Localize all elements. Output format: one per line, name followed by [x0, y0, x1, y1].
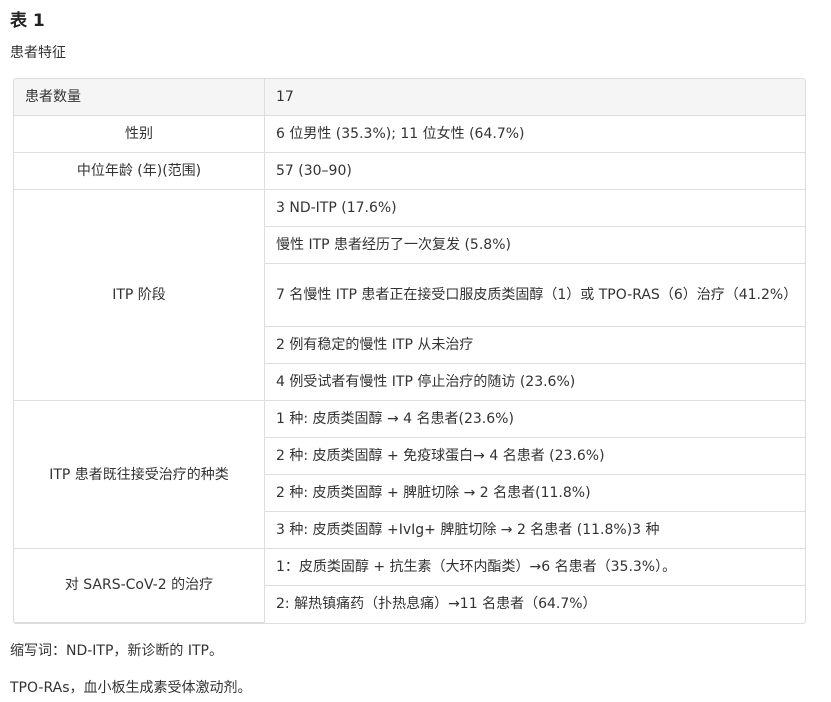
value-median-age: 57 (30–90) [264, 152, 805, 190]
footnote-abbreviations: 缩写词：ND-ITP，新诊断的 ITP。 [10, 643, 224, 659]
table-row-covid-treatment: 对 SARS-CoV-2 的治疗 1：皮质类固醇 + 抗生素（大环内酯类）→6 … [14, 548, 805, 623]
value-prior-treatment: 2 种: 皮质类固醇 + 脾脏切除 → 2 名患者(11.8%) [264, 474, 805, 512]
value-patient-count: 17 [264, 79, 805, 116]
label-prior-treatment: ITP 患者既往接受治疗的种类 [14, 400, 265, 549]
table-row-age: 中位年龄 (年)(范围) 57 (30–90) [14, 152, 805, 190]
patient-characteristics-table: 患者数量 17 性别 6 位男性 (35.3%); 11 位女性 (64.7%)… [13, 78, 806, 624]
value-itp-stage: 7 名慢性 ITP 患者正在接受口服皮质类固醇（1）或 TPO-RAS（6）治疗… [264, 263, 805, 327]
value-prior-treatment: 2 种: 皮质类固醇 + 免疫球蛋白→ 4 名患者 (23.6%) [264, 437, 805, 475]
table-subtitle: 患者特征 [10, 45, 66, 61]
label-patient-count: 患者数量 [14, 79, 265, 116]
table-row-sex: 性别 6 位男性 (35.3%); 11 位女性 (64.7%) [14, 115, 805, 153]
label-median-age: 中位年龄 (年)(范围) [14, 152, 265, 190]
table-row-patient-count: 患者数量 17 [14, 79, 805, 116]
label-itp-stage: ITP 阶段 [14, 189, 265, 401]
table-row-itp-stage: ITP 阶段 3 ND-ITP (17.6%) [14, 189, 805, 401]
table-title: 表 1 [10, 11, 45, 31]
value-itp-stage: 慢性 ITP 患者经历了一次复发 (5.8%) [264, 226, 805, 264]
footnote-tpo-ras: TPO-RAs，血小板生成素受体激动剂。 [10, 680, 252, 696]
value-itp-stage: 3 ND-ITP (17.6%) [264, 189, 805, 227]
value-covid-treatment: 2: 解热镇痛药（扑热息痛）→11 名患者（64.7%） [264, 585, 805, 622]
value-prior-treatment: 3 种: 皮质类固醇 +IvIg+ 脾脏切除 → 2 名患者 (11.8%)3 … [264, 511, 805, 549]
value-sex: 6 位男性 (35.3%); 11 位女性 (64.7%) [264, 115, 805, 153]
data-table: 患者数量 17 性别 6 位男性 (35.3%); 11 位女性 (64.7%)… [14, 79, 805, 623]
table-row-prior-treatment: ITP 患者既往接受治疗的种类 1 种: 皮质类固醇 → 4 名患者(23.6%… [14, 400, 805, 549]
value-itp-stage: 4 例受试者有慢性 ITP 停止治疗的随访 (23.6%) [264, 363, 805, 401]
value-itp-stage: 2 例有稳定的慢性 ITP 从未治疗 [264, 326, 805, 364]
value-covid-treatment: 1：皮质类固醇 + 抗生素（大环内酯类）→6 名患者（35.3%）。 [264, 548, 805, 586]
label-sex: 性别 [14, 115, 265, 153]
value-prior-treatment: 1 种: 皮质类固醇 → 4 名患者(23.6%) [264, 400, 805, 438]
label-covid-treatment: 对 SARS-CoV-2 的治疗 [14, 548, 265, 623]
